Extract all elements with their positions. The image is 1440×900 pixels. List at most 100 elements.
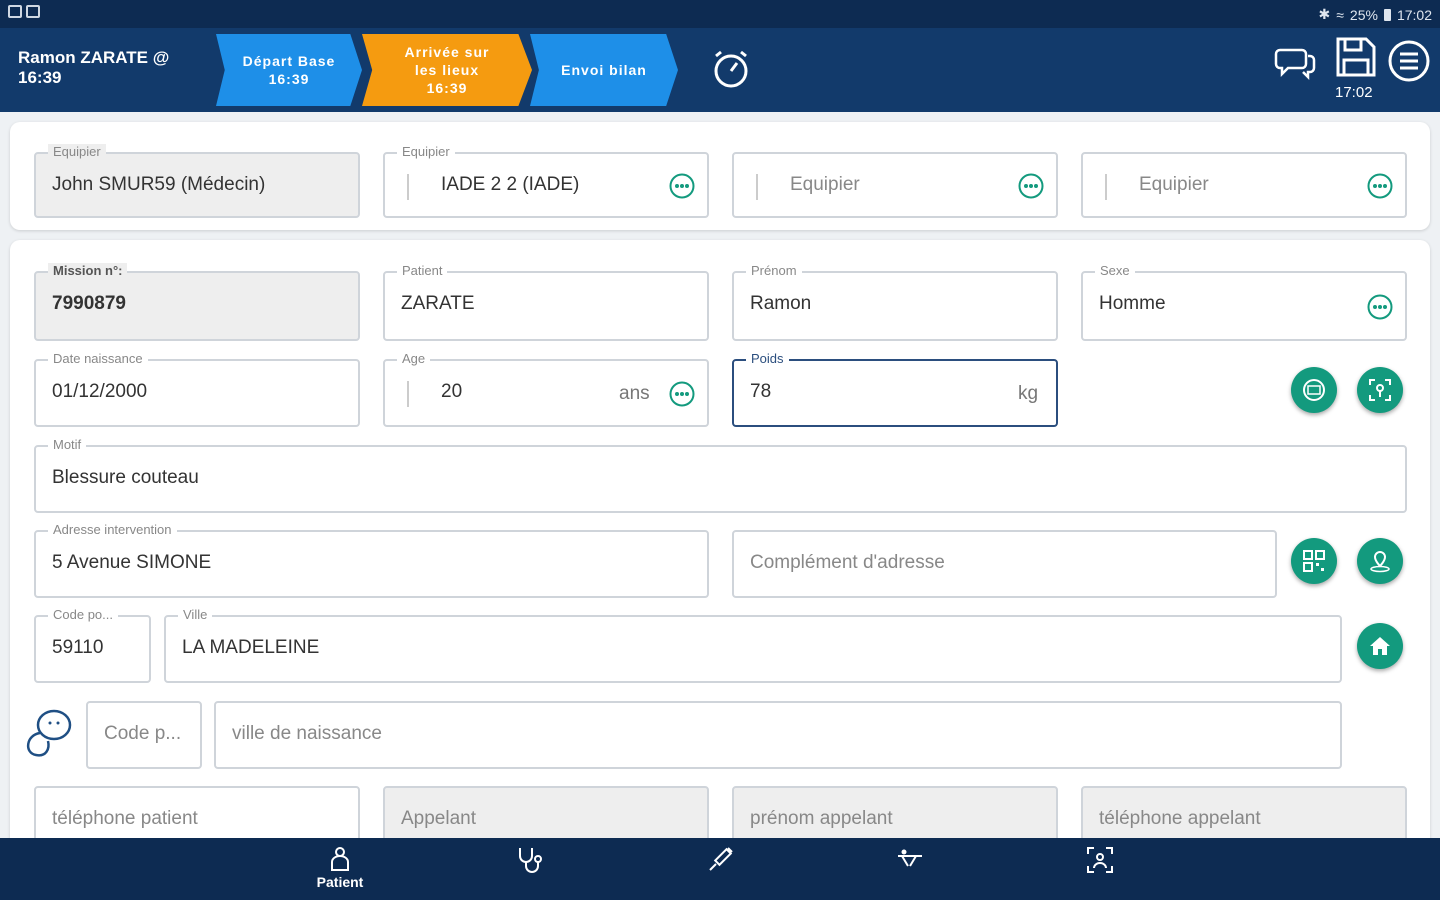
nav-item-soins[interactable] — [680, 844, 760, 898]
code-postal-field[interactable]: Code po... 59110 — [34, 607, 151, 683]
field-placeholder: téléphone appelant — [1099, 808, 1261, 829]
field-value: Blessure couteau — [52, 467, 199, 488]
user-time: 16:39 — [18, 68, 62, 87]
qr-code-button[interactable] — [1291, 538, 1337, 584]
field-value: 5 Avenue SIMONE — [52, 552, 212, 573]
ville-field[interactable]: Ville LA MADELEINE — [164, 607, 1342, 683]
field-label: Sexe — [1095, 263, 1135, 279]
field-placeholder: Equipier — [1139, 174, 1209, 195]
notification-icons — [8, 5, 40, 18]
equipier-1-field[interactable]: Equipier John SMUR59 (Médecin) — [34, 144, 360, 218]
step-label: Arrivée sur les lieux — [404, 44, 490, 78]
field-label: Ville — [178, 607, 213, 623]
save-time: 17:02 — [1335, 84, 1373, 101]
more-options-icon[interactable] — [1367, 294, 1393, 320]
motif-field[interactable]: Motif Blessure couteau — [34, 437, 1407, 513]
field-label: Equipier — [48, 144, 106, 160]
step-depart-base[interactable]: Départ Base 16:39 — [216, 34, 362, 106]
field-value: 59110 — [52, 637, 104, 658]
field-value: LA MADELEINE — [182, 637, 320, 658]
field-value: 7990879 — [52, 293, 126, 314]
step-label: Départ Base — [242, 53, 336, 69]
stretcher-icon — [898, 849, 922, 867]
field-value: Ramon — [750, 293, 812, 314]
nav-item-patient[interactable]: Patient — [300, 844, 380, 898]
drag-handle — [1105, 174, 1107, 200]
equipier-4-field[interactable]: Equipier — [1081, 152, 1407, 218]
age-field[interactable]: Age 20 ans — [383, 351, 709, 427]
gallery-icon — [8, 5, 22, 18]
field-value: Homme — [1099, 293, 1166, 314]
scan-id-button[interactable] — [1357, 367, 1403, 413]
id-card-button[interactable] — [1291, 367, 1337, 413]
code-postal-naissance-field[interactable]: Code p... — [86, 701, 202, 769]
nav-label: Patient — [316, 874, 364, 890]
poids-field[interactable]: Poids 78 kg — [732, 351, 1058, 427]
menu-icon[interactable] — [1386, 38, 1432, 84]
nav-item-examen[interactable] — [490, 844, 570, 898]
date-naissance-field[interactable]: Date naissance 01/12/2000 — [34, 351, 360, 427]
stethoscope-icon — [519, 848, 542, 873]
field-placeholder: téléphone patient — [52, 808, 198, 829]
sexe-field[interactable]: Sexe Homme — [1081, 263, 1407, 341]
drag-handle — [407, 381, 409, 407]
step-time: 16:39 — [426, 80, 468, 96]
field-value: John SMUR59 (Médecin) — [52, 174, 266, 195]
home-button[interactable] — [1357, 623, 1403, 669]
location-icon — [1370, 550, 1390, 573]
status-bar: ✱ ≈ 25% 17:02 — [0, 0, 1440, 28]
bluetooth-icon: ✱ — [1318, 6, 1331, 22]
system-status: ✱ ≈ 25% 17:02 — [1319, 6, 1433, 23]
complement-adresse-field[interactable]: Complément d'adresse — [732, 530, 1277, 598]
field-placeholder: Code p... — [104, 723, 182, 744]
scan-icon — [1087, 847, 1113, 873]
user-name: Ramon ZARATE @ — [18, 48, 170, 67]
field-label: Code po... — [48, 607, 118, 623]
field-value: 01/12/2000 — [52, 381, 148, 402]
app-header: Ramon ZARATE @ 16:39 Départ Base 16:39 Ar… — [0, 28, 1440, 112]
step-label: Envoi bilan — [561, 62, 647, 78]
more-options-icon[interactable] — [1018, 173, 1044, 199]
nav-item-scan[interactable] — [1060, 844, 1140, 898]
battery-level: 25% — [1349, 6, 1378, 23]
adresse-field[interactable]: Adresse intervention 5 Avenue SIMONE — [34, 522, 709, 598]
equipier-2-field[interactable]: Equipier IADE 2 2 (IADE) — [383, 144, 709, 218]
save-icon[interactable] — [1333, 34, 1379, 80]
field-placeholder: ville de naissance — [232, 723, 382, 744]
user-info: Ramon ZARATE @ 16:39 — [18, 48, 169, 88]
field-label: Motif — [48, 437, 87, 453]
more-options-icon[interactable] — [669, 173, 695, 199]
field-label: Equipier — [397, 144, 455, 160]
field-label: Age — [397, 351, 431, 367]
alarm-clock-icon[interactable] — [710, 48, 752, 90]
step-time: 16:39 — [268, 71, 310, 87]
nav-item-transport[interactable] — [870, 844, 950, 898]
prenom-field[interactable]: Prénom Ramon — [732, 263, 1058, 341]
field-value: IADE 2 2 (IADE) — [441, 174, 580, 195]
battery-icon — [1383, 8, 1391, 21]
wifi-icon: ≈ — [1336, 6, 1344, 23]
syringe-icon — [709, 847, 733, 871]
more-options-icon[interactable] — [669, 381, 695, 407]
field-value: 20 — [441, 381, 463, 402]
chat-icon[interactable] — [1272, 38, 1318, 84]
field-placeholder: prénom appelant — [750, 808, 893, 829]
field-label: Prénom — [746, 263, 802, 279]
location-button[interactable] — [1357, 538, 1403, 584]
field-label: Adresse intervention — [48, 522, 177, 538]
patient-name-field[interactable]: Patient ZARATE — [383, 263, 709, 341]
step-envoi-bilan[interactable]: Envoi bilan — [530, 34, 678, 106]
more-options-icon[interactable] — [1367, 173, 1393, 199]
drag-handle — [756, 174, 758, 200]
patient-icon — [331, 847, 349, 871]
field-value: 78 — [750, 381, 772, 402]
ville-naissance-field[interactable]: ville de naissance — [214, 701, 1342, 769]
field-label: Poids — [746, 351, 789, 367]
mission-number-field[interactable]: Mission n°: 7990879 — [34, 263, 360, 341]
bottom-navigation: Patient — [0, 838, 1440, 900]
equipier-3-field[interactable]: Equipier — [732, 152, 1058, 218]
clock: 17:02 — [1396, 6, 1432, 23]
step-arrivee[interactable]: Arrivée sur les lieux 16:39 — [362, 34, 532, 106]
field-label: Mission n°: — [48, 263, 128, 279]
field-label: Date naissance — [48, 351, 148, 367]
